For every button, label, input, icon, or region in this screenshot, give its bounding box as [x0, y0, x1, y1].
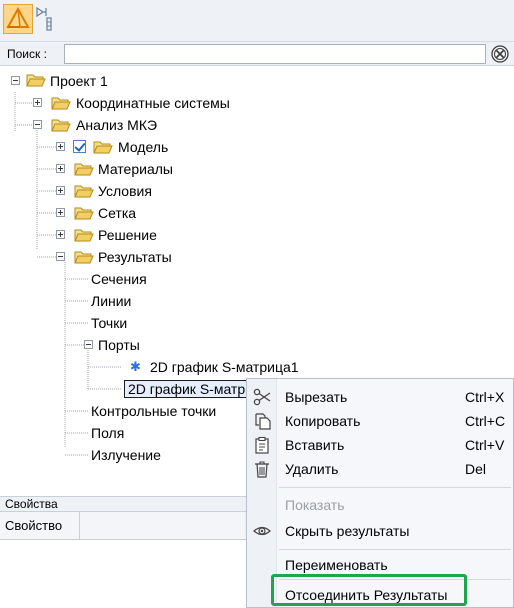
menu-item-show[interactable]: Показать: [247, 493, 514, 517]
tree-item-coord-systems[interactable]: Координатные системы: [76, 92, 230, 114]
tree-item-checkpoints[interactable]: Контрольные точки: [91, 400, 216, 422]
trash-icon: [255, 461, 269, 478]
menu-item-cut-shortcut: Ctrl+X: [465, 389, 505, 405]
folder-open-icon: [74, 163, 94, 176]
menu-item-hide-results[interactable]: Скрыть результаты: [247, 519, 514, 543]
expand-materials-button[interactable]: [56, 164, 65, 173]
collapse-fem-analysis-button[interactable]: [33, 120, 42, 129]
clear-search-button[interactable]: [490, 44, 510, 64]
menu-item-delete[interactable]: Удалить Del: [247, 457, 514, 481]
tree-item-fem-analysis[interactable]: Анализ МКЭ: [76, 114, 157, 136]
tree-item-materials[interactable]: Материалы: [98, 158, 173, 180]
tree-item-fields[interactable]: Поля: [91, 422, 124, 444]
collapse-ports-button[interactable]: [84, 340, 93, 349]
folder-open-icon: [26, 74, 46, 87]
tree-item-project[interactable]: Проект 1: [50, 70, 108, 92]
probe-tool-button[interactable]: [34, 4, 64, 34]
menu-item-copy-shortcut: Ctrl+C: [465, 413, 506, 429]
probe-icon: [36, 6, 52, 31]
tree-item-points[interactable]: Точки: [91, 312, 127, 334]
eye-icon: [253, 526, 271, 536]
tree-item-sections[interactable]: Сечения: [91, 268, 147, 290]
tree-item-solution[interactable]: Решение: [98, 224, 157, 246]
pyramid-icon: [6, 6, 30, 28]
property-column-header[interactable]: Свойство: [0, 512, 80, 540]
menu-separator: [279, 487, 511, 488]
menu-item-cut-label: Вырезать: [285, 389, 348, 405]
search-bar: Поиск :: [0, 42, 514, 66]
menu-item-paste-shortcut: Ctrl+V: [465, 437, 505, 453]
highlight-annotation-box: [271, 574, 467, 606]
copy-icon: [255, 413, 271, 430]
menu-item-delete-shortcut: Del: [465, 461, 487, 477]
menu-item-paste[interactable]: Вставить Ctrl+V: [247, 433, 514, 457]
scissors-icon: [253, 388, 271, 406]
menu-item-hide-results-label: Скрыть результаты: [285, 523, 410, 539]
menu-item-paste-label: Вставить: [285, 437, 345, 453]
menu-item-copy[interactable]: Копировать Ctrl+C: [247, 409, 514, 433]
tree-item-mesh[interactable]: Сетка: [98, 202, 136, 224]
expand-mesh-button[interactable]: [56, 208, 65, 217]
folder-open-icon: [51, 119, 71, 132]
toolbar: [0, 0, 514, 42]
clear-icon: [491, 45, 509, 63]
tree-item-lines[interactable]: Линии: [91, 290, 131, 312]
paste-icon: [255, 436, 269, 454]
menu-item-show-label: Показать: [285, 497, 345, 513]
search-label: Поиск :: [7, 47, 47, 61]
folder-open-icon: [93, 141, 113, 154]
tree-item-conditions[interactable]: Условия: [98, 180, 152, 202]
menu-separator: [279, 549, 511, 550]
collapse-project-button[interactable]: [11, 76, 20, 85]
search-input[interactable]: [64, 44, 486, 64]
expand-conditions-button[interactable]: [56, 186, 65, 195]
collapse-results-button[interactable]: [56, 252, 65, 261]
tree-item-ports[interactable]: Порты: [98, 334, 140, 356]
folder-open-icon: [74, 251, 94, 264]
folder-open-icon: [51, 97, 71, 110]
menu-item-copy-label: Копировать: [285, 413, 361, 429]
expand-model-button[interactable]: [56, 142, 65, 151]
tree-item-radiation[interactable]: Излучение: [91, 444, 161, 466]
folder-open-icon: [74, 207, 94, 220]
plot-star-icon: ✱: [130, 359, 141, 374]
menu-item-cut[interactable]: Вырезать Ctrl+X: [247, 385, 514, 409]
pyramid-tool-button[interactable]: [3, 4, 33, 34]
tree-item-plot1[interactable]: 2D график S-матрица1: [150, 356, 299, 378]
tree-item-model[interactable]: Модель: [118, 136, 168, 158]
folder-open-icon: [74, 185, 94, 198]
model-visibility-checkbox[interactable]: [73, 140, 86, 153]
menu-item-delete-label: Удалить: [285, 461, 339, 477]
expand-coord-systems-button[interactable]: [33, 98, 42, 107]
folder-open-icon: [74, 229, 94, 242]
expand-solution-button[interactable]: [56, 230, 65, 239]
tree-item-results[interactable]: Результаты: [98, 246, 172, 268]
